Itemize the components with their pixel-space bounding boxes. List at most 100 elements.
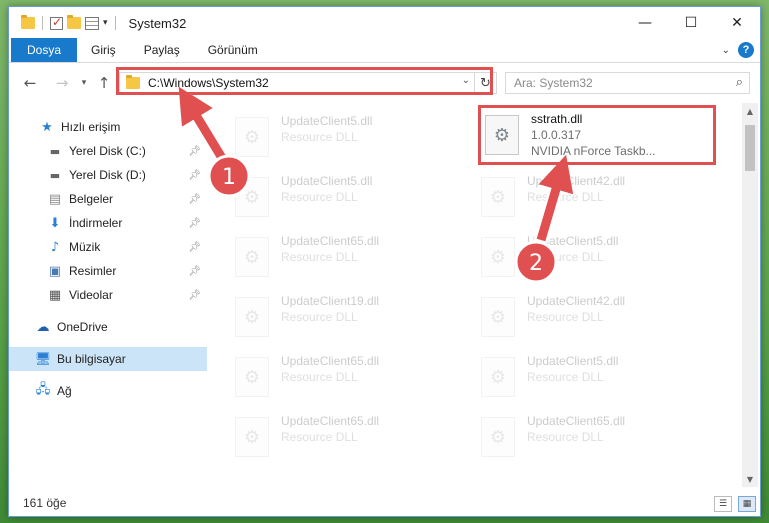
file-name: UpdateClient5.dll: [527, 354, 619, 368]
file-item[interactable]: ⚙ UpdateClient5.dll Resource DLL: [461, 231, 701, 289]
sidebar-item-label: Resimler: [69, 264, 117, 278]
file-item-sstrath-dll[interactable]: ⚙ sstrath.dll 1.0.0.317 NVIDIA nForce Ta…: [465, 109, 705, 167]
properties-icon[interactable]: [85, 16, 99, 30]
up-arrow-icon[interactable]: ↑: [93, 74, 115, 92]
file-type: Resource DLL: [281, 370, 358, 384]
properties-check-icon[interactable]: [50, 15, 63, 30]
sidebar-item-music[interactable]: ♪ Müzik 📌︎: [9, 235, 207, 259]
tab-view[interactable]: Görünüm: [194, 38, 272, 62]
dll-file-icon: ⚙: [235, 357, 269, 397]
folder-icon: [21, 15, 35, 29]
details-view-icon[interactable]: ☰: [714, 496, 732, 512]
downloads-icon: ⬇: [49, 215, 61, 231]
file-item[interactable]: ⚙ UpdateClient5.dll Resource DLL: [215, 111, 455, 169]
file-item[interactable]: ⚙ UpdateClient65.dll Resource DLL: [215, 351, 455, 409]
search-icon[interactable]: ⌕: [736, 75, 743, 90]
file-item[interactable]: ⚙ UpdateClient65.dll Resource DLL: [215, 411, 455, 469]
computer-icon: 🖥︎: [34, 351, 52, 367]
tab-share[interactable]: Paylaş: [130, 38, 194, 62]
dll-file-icon: ⚙: [481, 177, 515, 217]
sidebar-item-label: Yerel Disk (D:): [69, 168, 146, 182]
vertical-scrollbar[interactable]: ▲ ▼: [742, 103, 758, 487]
videos-icon: ▦: [48, 287, 62, 303]
scroll-up-arrow-icon[interactable]: ▲: [742, 103, 758, 119]
file-item[interactable]: ⚙ UpdateClient5.dll Resource DLL: [215, 171, 455, 229]
sidebar-item-local-disk-d[interactable]: ▬ Yerel Disk (D:) 📌︎: [9, 163, 207, 187]
dll-file-icon: ⚙: [235, 297, 269, 337]
sidebar-item-quick-access[interactable]: ★ Hızlı erişim: [9, 115, 207, 139]
file-version: 1.0.0.317: [531, 128, 582, 142]
pin-icon[interactable]: 📌︎: [188, 170, 201, 181]
file-name: UpdateClient5.dll: [281, 174, 373, 188]
window-title: System32: [128, 15, 187, 31]
search-input[interactable]: Ara: System32: [514, 76, 593, 90]
tiles-view-icon[interactable]: ▦: [738, 496, 756, 512]
explorer-window: ▾ System32 — ☐ ✕ Dosya Giriş Paylaş Görü…: [8, 6, 761, 517]
file-type: Resource DLL: [527, 430, 604, 444]
file-type: Resource DLL: [527, 310, 604, 324]
expand-ribbon-chevron-icon[interactable]: ⌄: [722, 45, 730, 56]
sidebar-item-downloads[interactable]: ⬇ İndirmeler 📌︎: [9, 211, 207, 235]
drive-icon: ▬: [49, 144, 61, 158]
file-name: UpdateClient5.dll: [281, 114, 373, 128]
file-type: Resource DLL: [527, 190, 604, 204]
maximize-button[interactable]: ☐: [668, 7, 714, 39]
dll-file-icon: ⚙: [481, 237, 515, 277]
pin-icon[interactable]: 📌︎: [188, 194, 201, 205]
address-history-chevron-icon[interactable]: ⌄: [462, 75, 470, 86]
refresh-icon[interactable]: ↻: [474, 73, 496, 93]
file-name: UpdateClient65.dll: [527, 414, 626, 428]
file-item[interactable]: ⚙ UpdateClient65.dll Resource DLL: [461, 411, 701, 469]
recent-locations-chevron-icon[interactable]: ▾: [77, 78, 91, 88]
sidebar-item-this-pc[interactable]: 🖥︎ Bu bilgisayar: [9, 347, 207, 371]
dll-file-icon: ⚙: [481, 357, 515, 397]
pin-icon[interactable]: 📌︎: [188, 266, 201, 277]
file-item[interactable]: ⚙ UpdateClient42.dll Resource DLL: [461, 291, 701, 349]
sidebar-item-label: Belgeler: [69, 192, 114, 206]
file-item[interactable]: ⚙ UpdateClient5.dll Resource DLL: [461, 351, 701, 409]
sidebar-item-label: Yerel Disk (C:): [69, 144, 146, 158]
file-name: UpdateClient42.dll: [527, 294, 626, 308]
scroll-down-arrow-icon[interactable]: ▼: [742, 471, 758, 487]
sidebar-item-onedrive[interactable]: ☁ OneDrive: [9, 315, 207, 339]
help-icon[interactable]: ?: [738, 42, 754, 58]
file-item[interactable]: ⚙ UpdateClient65.dll Resource DLL: [215, 231, 455, 289]
pin-icon[interactable]: 📌︎: [188, 242, 201, 253]
new-folder-icon[interactable]: [67, 15, 81, 29]
file-name: UpdateClient65.dll: [281, 354, 380, 368]
toolbar-divider: [42, 16, 43, 30]
address-bar[interactable]: C:\Windows\System32 ⌄ ↻: [119, 72, 497, 94]
file-name: UpdateClient42.dll: [527, 174, 626, 188]
tab-file[interactable]: Dosya: [11, 38, 78, 62]
close-button[interactable]: ✕: [714, 7, 760, 39]
file-description: NVIDIA nForce Taskb...: [531, 144, 656, 158]
window-controls: — ☐ ✕: [622, 7, 760, 39]
sidebar-item-label: İndirmeler: [69, 216, 123, 230]
documents-icon: ▤: [48, 191, 62, 207]
sidebar-item-documents[interactable]: ▤ Belgeler 📌︎: [9, 187, 207, 211]
tab-home[interactable]: Giriş: [77, 38, 130, 62]
file-type: Resource DLL: [527, 370, 604, 384]
pin-icon[interactable]: 📌︎: [188, 290, 201, 301]
music-icon: ♪: [50, 239, 60, 255]
minimize-button[interactable]: —: [622, 7, 668, 39]
sidebar-item-label: Bu bilgisayar: [57, 352, 126, 366]
pin-icon[interactable]: 📌︎: [188, 146, 201, 157]
forward-arrow-icon[interactable]: →: [51, 74, 73, 92]
address-path[interactable]: C:\Windows\System32: [148, 76, 269, 90]
customize-toolbar-arrow-icon[interactable]: ▾: [103, 18, 108, 28]
sidebar-item-network[interactable]: 🖧︎ Ağ: [9, 379, 207, 403]
sidebar-item-pictures[interactable]: ▣ Resimler 📌︎: [9, 259, 207, 283]
file-item[interactable]: ⚙ UpdateClient19.dll Resource DLL: [215, 291, 455, 349]
back-arrow-icon[interactable]: ←: [19, 74, 41, 92]
search-box[interactable]: Ara: System32 ⌕: [505, 72, 750, 94]
sidebar-item-local-disk-c[interactable]: ▬ Yerel Disk (C:) 📌︎: [9, 139, 207, 163]
pictures-icon: ▣: [48, 263, 62, 279]
scroll-thumb[interactable]: [745, 125, 755, 171]
file-name: UpdateClient5.dll: [527, 234, 619, 248]
pin-icon[interactable]: 📌︎: [188, 218, 201, 229]
file-type: Resource DLL: [281, 250, 358, 264]
sidebar-item-videos[interactable]: ▦ Videolar 📌︎: [9, 283, 207, 307]
file-type: Resource DLL: [281, 130, 358, 144]
file-item[interactable]: ⚙ UpdateClient42.dll Resource DLL: [461, 171, 701, 229]
